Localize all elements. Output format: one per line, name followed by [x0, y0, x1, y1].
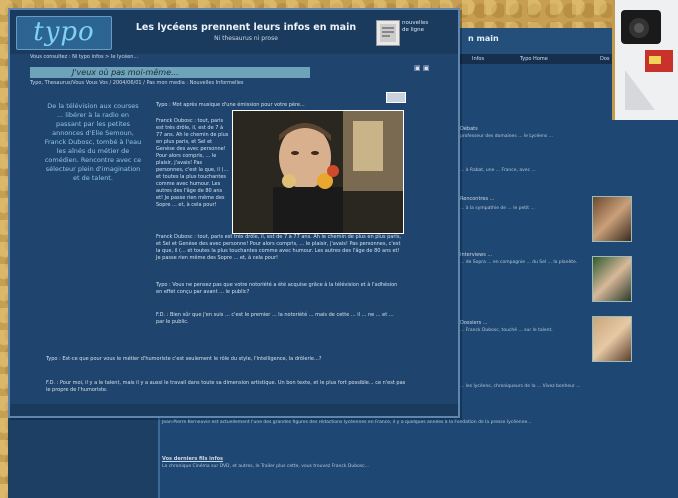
- site-footer-text: La chronique Cinéma sur DVD, et autres, …: [162, 464, 369, 469]
- print-icon[interactable]: ▣: [414, 64, 421, 72]
- background-site-left-strip: [8, 414, 158, 498]
- site-text-block: Interviews ...: [460, 252, 493, 258]
- pull-quote: De la télévision aux courses ... libérer…: [44, 102, 142, 182]
- site-text-block: ... à Rabat, une ... France, avec ...: [460, 168, 536, 173]
- article-thumbnail[interactable]: [592, 196, 632, 242]
- article-paragraph: F.D. : Bien sûr que j'en suis ... c'est …: [156, 312, 394, 325]
- site-text-block: ... de Sopra ... en compagnie ... du Sel…: [460, 260, 578, 265]
- article-paragraph: Franck Dubosc : tout, paris est très drô…: [156, 234, 402, 262]
- typo-logo[interactable]: typo: [16, 16, 112, 50]
- site-text-block: ... à la sympathie de ... le petit ...: [460, 206, 535, 211]
- window-controls[interactable]: ▣ ▣: [414, 64, 429, 72]
- camera-photo: [612, 0, 678, 120]
- article-title-bar: J'veux où pas moi-même...: [30, 67, 310, 78]
- site-header-fragment: n main: [468, 34, 499, 43]
- article-paragraph-text: Franck Dubosc : tout, paris est très drô…: [156, 234, 402, 261]
- site-text-block: Débats: [460, 126, 478, 132]
- newsletter-thumbnail[interactable]: [376, 20, 400, 46]
- article-title: J'veux où pas moi-même...: [72, 68, 179, 77]
- article-paragraph: Franck Dubosc : tout, paris est très drô…: [156, 118, 230, 209]
- site-nav-item[interactable]: Typo Home: [520, 56, 548, 62]
- window-bottom-bar: [10, 404, 458, 416]
- article-byline: Typo, Thesaurus/Vous Vous Vos / 2004/06/…: [30, 80, 244, 86]
- newsletter-caption[interactable]: nouvelles de ligne: [402, 20, 452, 34]
- article-thumbnail[interactable]: [592, 256, 632, 302]
- window-header: typo Les lycéens prennent leurs infos en…: [10, 10, 458, 54]
- article-thumbnail[interactable]: [592, 316, 632, 362]
- site-text-block: professeur des domaines ... le Lycéens .…: [460, 134, 553, 139]
- site-text-block: Rencontres ...: [460, 196, 495, 202]
- article-paragraph: F.D. : Pour moi, il y a le talent, mais …: [46, 380, 406, 393]
- site-headline: Les lycéens prennent leurs infos en main: [135, 22, 357, 33]
- breadcrumb[interactable]: Vous consultez : Ni typo infos > le lycé…: [30, 54, 450, 62]
- article-paragraph: Typo : Vous ne pensez pas que votre noto…: [156, 282, 398, 295]
- site-nav-item[interactable]: Infos: [472, 56, 484, 62]
- close-button[interactable]: [386, 92, 406, 103]
- email-icon[interactable]: ▣: [423, 64, 430, 72]
- site-footer-text: Jean-Pierre Kerneuvin est actuellement l…: [162, 420, 532, 425]
- site-text-block: ... les lycéens, chroniqueurs de la ... …: [460, 384, 581, 389]
- site-text-block: ... Franck Dubosc, touché ... sur le tal…: [460, 328, 553, 333]
- site-subhead: Ni thesaurus ni prose: [214, 35, 278, 42]
- article-paragraph: Typo : Mot après musique d'une émission …: [156, 102, 305, 108]
- interview-photo: [232, 110, 404, 234]
- site-text-block: Dossiers ...: [460, 320, 488, 326]
- site-footer-link[interactable]: Vos derniers fils infos: [162, 456, 242, 463]
- article-window: typo Les lycéens prennent leurs infos en…: [8, 8, 460, 418]
- article-paragraph-text: Franck Dubosc : tout, paris est très drô…: [156, 118, 229, 208]
- site-nav-item[interactable]: Dos: [600, 56, 610, 62]
- article-paragraph: Typo : Est-ce que pour vous le métier d'…: [46, 356, 322, 362]
